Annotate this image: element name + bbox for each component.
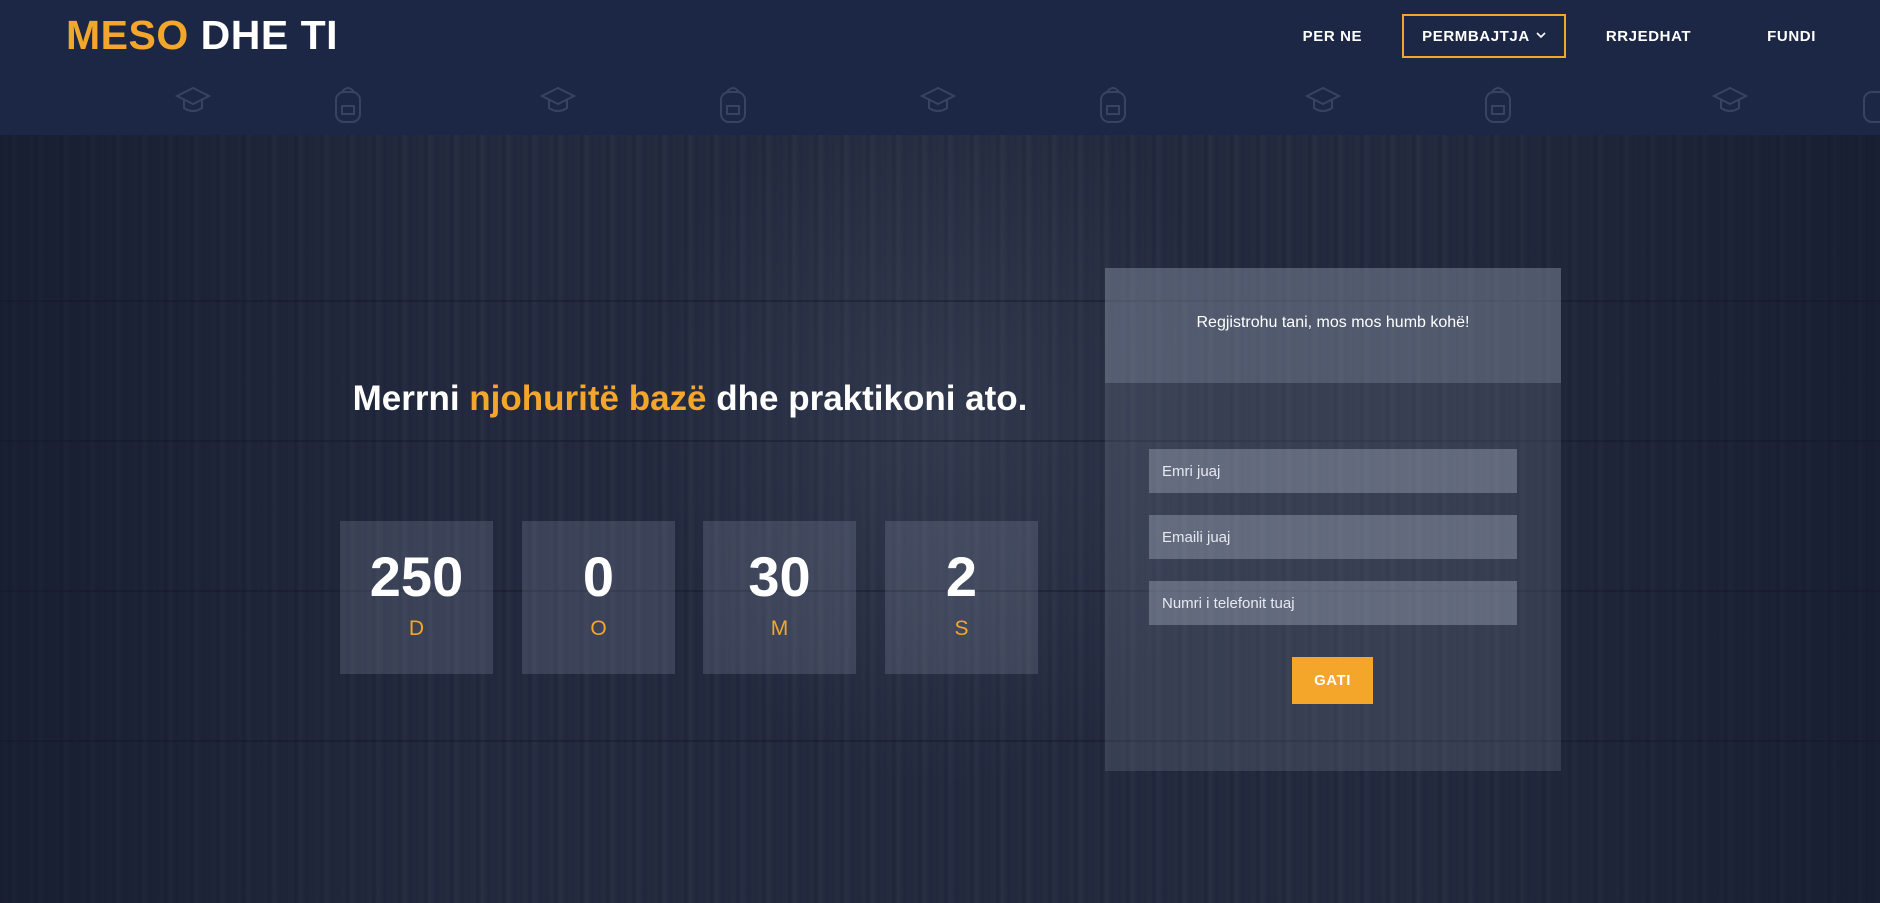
form-title: Regjistrohu tani, mos mos humb kohë! bbox=[1196, 314, 1470, 331]
graduation-cap-icon bbox=[539, 82, 577, 126]
graduation-cap-icon bbox=[1711, 82, 1749, 126]
backpack-icon bbox=[1095, 82, 1131, 126]
graduation-cap-icon bbox=[1304, 82, 1342, 126]
submit-button[interactable]: GATI bbox=[1292, 657, 1373, 704]
countdown-seconds: 2 S bbox=[885, 521, 1038, 674]
nav-item-label: PERMBAJTJA bbox=[1422, 27, 1530, 45]
logo-part-dhe-ti: DHE TI bbox=[200, 12, 339, 58]
nav-item-label: RRJEDHAT bbox=[1605, 27, 1692, 45]
backpack-icon bbox=[330, 82, 366, 126]
phone-input[interactable] bbox=[1149, 581, 1517, 625]
site-header: MESO DHE TI PER NE PERMBAJTJA RRJEDHAT F… bbox=[0, 0, 1880, 135]
hero-background-overlay bbox=[0, 0, 1880, 903]
logo-part-meso: MESO bbox=[66, 12, 189, 58]
nav-item-rrjedhat[interactable]: RRJEDHAT bbox=[1588, 14, 1709, 58]
form-header: Regjistrohu tani, mos mos humb kohë! bbox=[1105, 268, 1561, 383]
countdown-unit: M bbox=[770, 617, 789, 640]
countdown-hours: 0 O bbox=[522, 521, 675, 674]
countdown-value: 2 bbox=[945, 545, 978, 608]
chevron-down-icon bbox=[1536, 30, 1546, 42]
backpack-icon bbox=[1480, 82, 1516, 126]
name-input[interactable] bbox=[1149, 449, 1517, 493]
main-nav: PER NE PERMBAJTJA RRJEDHAT FUNDI bbox=[1285, 14, 1880, 58]
email-input[interactable] bbox=[1149, 515, 1517, 559]
countdown-value: 30 bbox=[748, 545, 811, 608]
nav-item-permbajtja[interactable]: PERMBAJTJA bbox=[1402, 14, 1566, 58]
countdown-value: 0 bbox=[582, 545, 615, 608]
headline-end: dhe praktikoni ato. bbox=[706, 379, 1028, 418]
site-logo[interactable]: MESO DHE TI bbox=[66, 12, 338, 59]
countdown-days: 250 D bbox=[340, 521, 493, 674]
background-shelf-line bbox=[0, 740, 1880, 742]
countdown-minutes: 30 M bbox=[703, 521, 856, 674]
countdown-unit: S bbox=[954, 617, 969, 640]
backpack-icon bbox=[1858, 82, 1880, 126]
nav-item-fundi[interactable]: FUNDI bbox=[1749, 14, 1834, 58]
countdown-value: 250 bbox=[369, 545, 464, 608]
nav-item-label: PER NE bbox=[1302, 27, 1363, 45]
countdown-unit: D bbox=[408, 617, 425, 640]
background-shelf-line bbox=[0, 440, 1880, 442]
registration-form: Regjistrohu tani, mos mos humb kohë! GAT… bbox=[1105, 268, 1561, 771]
graduation-cap-icon bbox=[174, 82, 212, 126]
nav-item-label: FUNDI bbox=[1767, 27, 1816, 45]
background-shelf-line bbox=[0, 300, 1880, 302]
backpack-icon bbox=[715, 82, 751, 126]
headline-start: Merrni bbox=[352, 379, 470, 418]
countdown-unit: O bbox=[590, 617, 607, 640]
nav-item-per-ne[interactable]: PER NE bbox=[1285, 14, 1380, 58]
header-pattern bbox=[0, 82, 1880, 132]
graduation-cap-icon bbox=[919, 82, 957, 126]
hero-headline: Merrni njohuritë bazë dhe praktikoni ato… bbox=[330, 376, 1050, 421]
headline-highlight: njohuritë bazë bbox=[469, 379, 707, 418]
